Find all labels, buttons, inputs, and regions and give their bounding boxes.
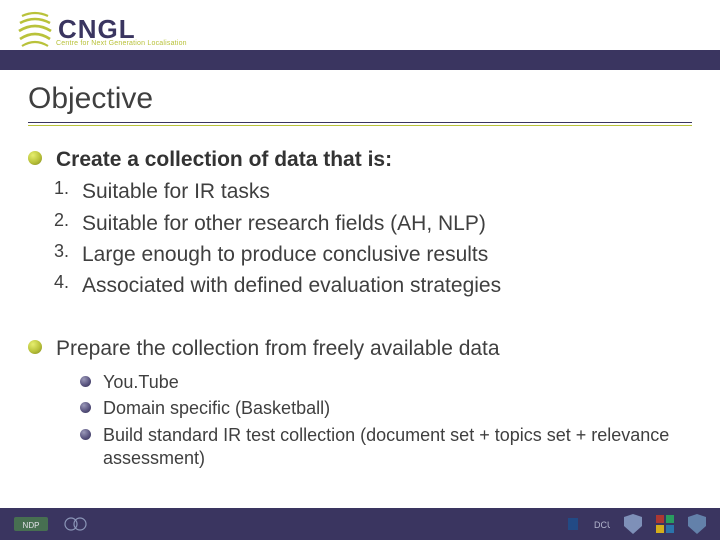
logo-subtitle: Centre for Next Generation Localisation xyxy=(56,40,187,47)
sub-bullet-orb-icon xyxy=(80,429,91,440)
bullet-orb-icon xyxy=(28,340,42,354)
item-number: 3. xyxy=(54,241,82,269)
item-text: Associated with defined evaluation strat… xyxy=(82,272,501,300)
logo-waves-icon xyxy=(18,10,52,48)
section2-lead: Prepare the collection from freely avail… xyxy=(56,335,500,363)
tcd-shield-icon xyxy=(624,515,642,533)
section2-lead-row: Prepare the collection from freely avail… xyxy=(28,335,692,363)
bullet-orb-icon xyxy=(28,151,42,165)
list-item: 1. Suitable for IR tasks xyxy=(54,178,692,206)
item-text: Large enough to produce conclusive resul… xyxy=(82,241,488,269)
item-number: 2. xyxy=(54,210,82,238)
ucd-shield-icon xyxy=(688,515,706,533)
list-item: You.Tube xyxy=(80,371,692,394)
footer-left-logos: NDP xyxy=(14,515,92,533)
dcu-logo-icon: DCU xyxy=(566,515,610,533)
section1-numbered-list: 1. Suitable for IR tasks 2. Suitable for… xyxy=(54,178,692,300)
section2-sublist: You.Tube Domain specific (Basketball) Bu… xyxy=(80,371,692,471)
item-number: 4. xyxy=(54,272,82,300)
sub-bullet-orb-icon xyxy=(80,402,91,413)
slide-title: Objective xyxy=(28,82,692,116)
item-number: 1. xyxy=(54,178,82,206)
ndp-logo-icon: NDP xyxy=(14,515,48,533)
slide-header: CNGL Centre for Next Generation Localisa… xyxy=(0,0,720,72)
svg-text:NDP: NDP xyxy=(23,521,40,530)
ul-grid-icon xyxy=(656,515,674,533)
subitem-text: Build standard IR test collection (docum… xyxy=(103,424,692,471)
subitem-text: Domain specific (Basketball) xyxy=(103,397,330,420)
svg-text:DCU: DCU xyxy=(594,520,610,530)
section2: Prepare the collection from freely avail… xyxy=(28,335,692,471)
section1-lead-row: Create a collection of data that is: xyxy=(28,146,692,174)
list-item: Build standard IR test collection (docum… xyxy=(80,424,692,471)
list-item: 4. Associated with defined evaluation st… xyxy=(54,272,692,300)
subitem-text: You.Tube xyxy=(103,371,179,394)
header-bar xyxy=(0,50,720,70)
item-text: Suitable for IR tasks xyxy=(82,178,270,206)
title-underline xyxy=(28,122,692,128)
slide-content: Objective Create a collection of data th… xyxy=(0,72,720,471)
sub-bullet-orb-icon xyxy=(80,376,91,387)
sfi-logo-icon xyxy=(62,515,92,533)
footer-right-logos: DCU xyxy=(566,515,706,533)
section1-lead: Create a collection of data that is: xyxy=(56,146,392,174)
list-item: 3. Large enough to produce conclusive re… xyxy=(54,241,692,269)
item-text: Suitable for other research fields (AH, … xyxy=(82,210,486,238)
slide-footer: NDP DCU xyxy=(0,508,720,540)
list-item: Domain specific (Basketball) xyxy=(80,397,692,420)
list-item: 2. Suitable for other research fields (A… xyxy=(54,210,692,238)
